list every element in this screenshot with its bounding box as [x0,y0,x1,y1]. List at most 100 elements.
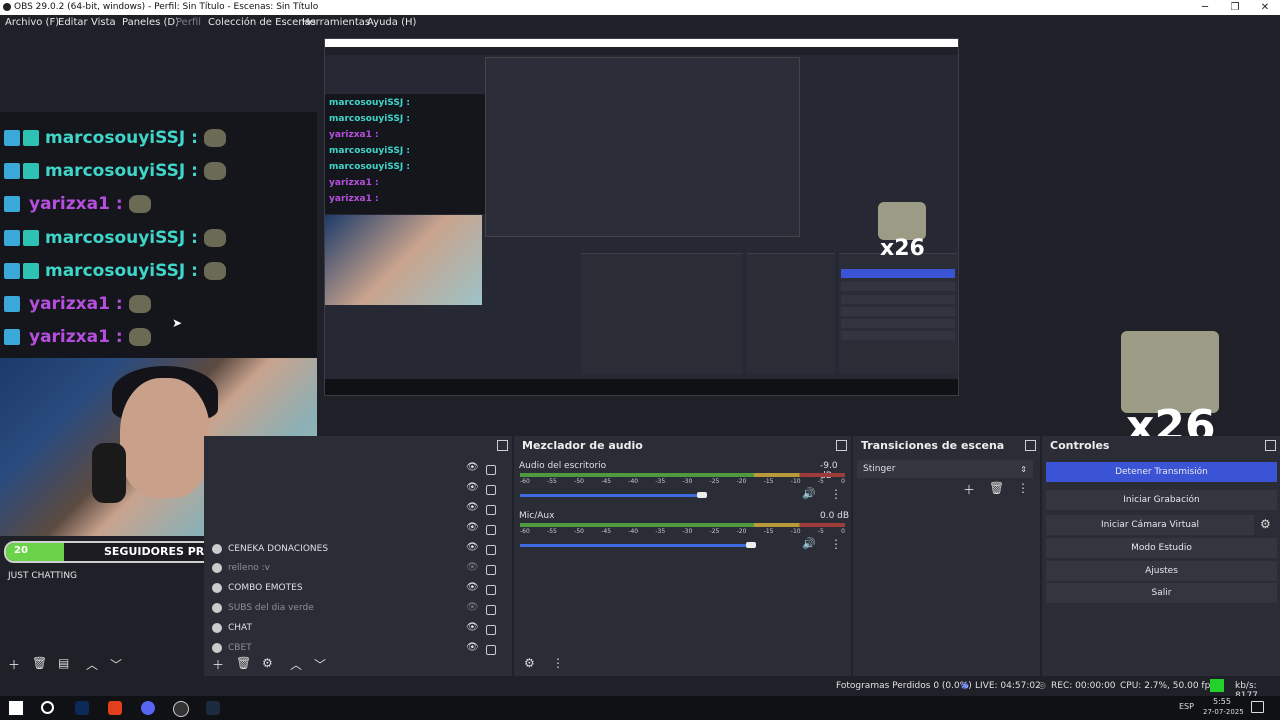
channel-menu-button[interactable]: ⋮ [830,487,842,501]
menu-paneles[interactable]: Paneles (D) [122,17,179,28]
settings-button[interactable]: Ajustes [1046,561,1277,581]
mixer-settings-button[interactable]: ⚙ [524,656,535,670]
menu-archivo[interactable]: Archivo (F) [5,17,59,28]
visibility-hidden-icon[interactable]: 👁 [466,602,479,613]
lock-icon[interactable] [486,505,496,515]
windows-start-icon[interactable] [9,701,23,715]
emote-icon [128,195,151,213]
transition-menu-button[interactable]: ⋮ [1017,481,1029,495]
visibility-eye-icon[interactable]: 👁 [466,622,479,633]
lock-icon[interactable] [486,525,496,535]
studio-mode-button[interactable]: Modo Estudio [1046,538,1277,558]
float-dock-icon[interactable] [836,440,847,451]
source-type-icon [212,643,222,653]
speaker-icon[interactable]: 🔊 [802,537,816,550]
source-item[interactable]: CENEKA DONACIONES [212,539,328,559]
scene-down-button[interactable]: ﹀ [110,656,122,673]
emote-icon [203,262,226,280]
menu-herramientas[interactable]: Herramientas [302,17,370,28]
source-item[interactable]: CHAT [212,618,252,638]
remove-scene-button[interactable]: 🗑 [32,656,47,670]
virtual-camera-settings-icon[interactable]: ⚙ [1260,517,1271,531]
lock-icon[interactable] [486,585,496,595]
minimize-button[interactable]: ─ [1190,0,1220,15]
chat-message: marcosouyiSSJ : [4,124,226,152]
source-properties-button[interactable]: ⚙ [262,656,273,670]
mixer-menu-button[interactable]: ⋮ [552,656,564,670]
windows-taskbar: ESP 5:55 27-07-2025 [0,696,1280,720]
transition-select[interactable]: Stinger ⇕ [857,460,1033,478]
float-dock-icon[interactable] [1025,440,1036,451]
photoshop-icon[interactable] [75,701,89,715]
menu-perfil[interactable]: Perfil [176,17,201,28]
emote-icon [128,295,151,313]
close-button[interactable]: ✕ [1250,0,1280,15]
visibility-eye-icon[interactable]: 👁 [466,482,479,493]
visibility-hidden-icon[interactable]: 👁 [466,562,479,573]
obs-logo-icon [3,3,11,11]
rec-timer: REC: 00:00:00 [1051,681,1116,691]
add-transition-button[interactable]: ＋ [963,481,975,498]
visibility-eye-icon[interactable]: 👁 [466,582,479,593]
menu-ayuda[interactable]: Ayuda (H) [367,17,416,28]
source-type-icon [212,603,222,613]
chat-user: marcosouyiSSJ : [45,128,198,148]
menu-coleccion-escenas[interactable]: Colección de Escenas [208,17,316,28]
source-item[interactable]: relleno :v [212,558,270,578]
restore-button[interactable]: ❐ [1220,0,1250,15]
volume-slider-handle[interactable] [697,492,707,498]
move-up-button[interactable]: ︿ [290,656,302,673]
visibility-eye-icon[interactable]: 👁 [466,462,479,473]
chat-user: yarizxa1 : [29,294,123,314]
add-scene-button[interactable]: ＋ [8,656,20,673]
discord-icon[interactable] [141,701,155,715]
brave-browser-icon[interactable] [108,701,122,715]
stop-streaming-button[interactable]: Detener Transmisión [1046,462,1277,482]
notifications-icon[interactable] [1251,701,1264,713]
volume-slider[interactable] [520,544,751,547]
lock-icon[interactable] [486,545,496,555]
volume-slider[interactable] [520,494,702,497]
visibility-eye-icon[interactable]: 👁 [466,542,479,553]
source-item[interactable]: COMBO EMOTES [212,578,303,598]
lock-icon[interactable] [486,565,496,575]
remove-source-button[interactable]: 🗑 [236,656,251,670]
visibility-eye-icon[interactable]: 👁 [466,642,479,653]
menu-editar[interactable]: Editar [58,17,88,28]
start-virtual-camera-button[interactable]: Iniciar Cámara Virtual [1046,515,1254,535]
scene-filters-button[interactable]: ▤ [58,656,69,670]
language-indicator[interactable]: ESP [1179,702,1194,711]
exit-button[interactable]: Salir [1046,583,1277,603]
steam-icon[interactable] [206,701,220,715]
meter-ticks: -60 -55 -50 -45 -40 -35 -30 -25 -20 -15 -10 -5 0 [520,528,845,535]
float-dock-icon[interactable] [497,440,508,451]
channel-menu-button[interactable]: ⋮ [830,537,842,551]
lock-icon[interactable] [486,645,496,655]
source-item[interactable]: SUBS del dia verde [212,598,314,618]
menu-vista[interactable]: Vista [91,17,116,28]
prime-badge-icon [4,163,20,179]
obs-taskbar-icon[interactable] [173,701,189,717]
move-down-button[interactable]: ﹀ [314,656,326,673]
visibility-eye-icon[interactable]: 👁 [466,502,479,513]
chat-message: yarizxa1 : [4,190,151,218]
lock-icon[interactable] [486,465,496,475]
search-icon[interactable] [41,701,54,714]
volume-slider-handle[interactable] [746,542,756,548]
speaker-icon[interactable]: 🔊 [802,487,816,500]
emote-icon [128,328,151,346]
microphone-icon [92,443,126,503]
scene-up-button[interactable]: ︿ [86,656,98,673]
lock-icon[interactable] [486,605,496,615]
float-dock-icon[interactable] [1265,440,1276,451]
lock-icon[interactable] [486,485,496,495]
remove-transition-button[interactable]: 🗑 [989,481,1004,495]
start-recording-button[interactable]: Iniciar Grabación [1046,490,1277,510]
source-item[interactable]: CBET [212,638,252,658]
add-source-button[interactable]: ＋ [212,656,224,673]
lock-icon[interactable] [486,625,496,635]
emote-icon [203,229,226,247]
source-type-icon [212,583,222,593]
visibility-eye-icon[interactable]: 👁 [466,522,479,533]
chat-user: yarizxa1 : [29,327,123,347]
